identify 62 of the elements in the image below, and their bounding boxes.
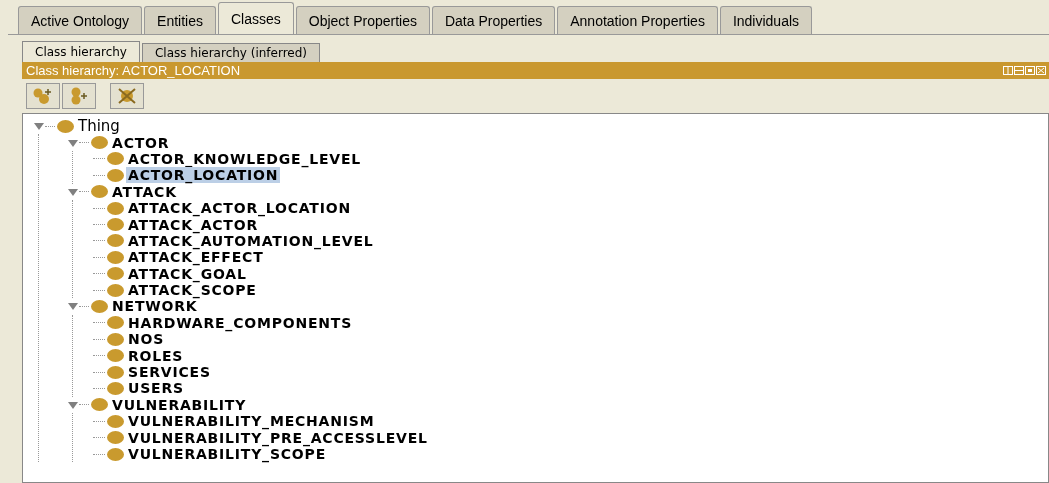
tab[interactable]: Entities — [144, 6, 216, 34]
add-subclass-icon — [32, 87, 54, 105]
tab[interactable]: Data Properties — [431, 6, 556, 34]
collapse-triangle-icon[interactable] — [67, 301, 79, 312]
class-icon — [57, 119, 74, 133]
collapse-triangle-icon[interactable] — [67, 137, 79, 148]
class-icon — [91, 185, 108, 199]
delete-icon — [116, 87, 138, 105]
class-icon — [107, 218, 124, 232]
tab[interactable]: Object Properties — [295, 6, 430, 34]
panel-title: Class hierarchy: ACTOR_LOCATION — [26, 63, 241, 78]
collapse-triangle-icon[interactable] — [33, 121, 45, 132]
class-icon — [107, 381, 124, 395]
class-tree-item[interactable]: ATTACK — [110, 183, 179, 200]
class-icon — [107, 414, 124, 428]
tab[interactable]: Annotation Properties — [557, 6, 718, 34]
class-icon — [107, 234, 124, 248]
class-tree-item[interactable]: NOS — [126, 331, 167, 348]
class-icon — [107, 267, 124, 281]
class-tree-item[interactable]: VULNERABILITY — [110, 396, 249, 413]
delete-class-button[interactable] — [110, 83, 144, 109]
class-tree-item[interactable]: SERVICES — [126, 364, 213, 381]
class-icon — [107, 250, 124, 264]
class-tree-item[interactable]: ATTACK_ACTOR — [126, 216, 260, 233]
class-tree-item[interactable]: ROLES — [126, 347, 186, 364]
class-icon — [107, 283, 124, 297]
class-tree-item[interactable]: VULNERABILITY_PRE_ACCESSLEVEL — [126, 429, 430, 446]
add-subclass-button[interactable] — [26, 83, 60, 109]
class-icon — [107, 316, 124, 330]
view-tab[interactable]: Class hierarchy (inferred) — [141, 43, 321, 62]
class-icon — [107, 431, 124, 445]
class-tree-item[interactable]: ATTACK_ACTOR_LOCATION — [126, 200, 353, 217]
class-tree-item[interactable]: USERS — [126, 380, 186, 397]
class-icon — [107, 201, 124, 215]
view-tab[interactable]: Class hierarchy — [22, 41, 140, 62]
class-icon — [107, 168, 124, 182]
class-tree-item[interactable]: VULNERABILITY_MECHANISM — [126, 413, 377, 430]
class-icon — [91, 398, 108, 412]
class-tree-item[interactable]: ATTACK_EFFECT — [126, 249, 266, 266]
collapse-triangle-icon[interactable] — [67, 399, 79, 410]
class-tree-item[interactable]: VULNERABILITY_SCOPE — [126, 446, 328, 462]
tab[interactable]: Individuals — [719, 6, 813, 34]
class-tree-item[interactable]: ACTOR — [110, 134, 172, 151]
class-tree-item[interactable]: NETWORK — [110, 298, 200, 315]
window-controls-icon[interactable] — [1003, 66, 1047, 75]
class-tree-item[interactable]: ACTOR_LOCATION — [126, 167, 281, 184]
class-tree-item[interactable]: ACTOR_KNOWLEDGE_LEVEL — [126, 150, 363, 167]
class-tree-item[interactable]: Thing — [76, 118, 122, 135]
class-icon — [107, 349, 124, 363]
tab[interactable]: Classes — [218, 2, 294, 34]
class-icon — [107, 365, 124, 379]
class-icon — [107, 332, 124, 346]
add-sibling-button[interactable] — [62, 83, 96, 109]
tab[interactable]: Active Ontology — [18, 6, 143, 34]
class-tree-item[interactable]: ATTACK_SCOPE — [126, 282, 259, 299]
class-icon — [107, 152, 124, 166]
class-icon — [91, 300, 108, 313]
class-icon — [107, 447, 124, 461]
class-icon — [91, 136, 108, 150]
class-tree-item[interactable]: HARDWARE_COMPONENTS — [126, 314, 355, 331]
class-tree-item[interactable]: ATTACK_GOAL — [126, 265, 249, 282]
collapse-triangle-icon[interactable] — [67, 186, 79, 197]
